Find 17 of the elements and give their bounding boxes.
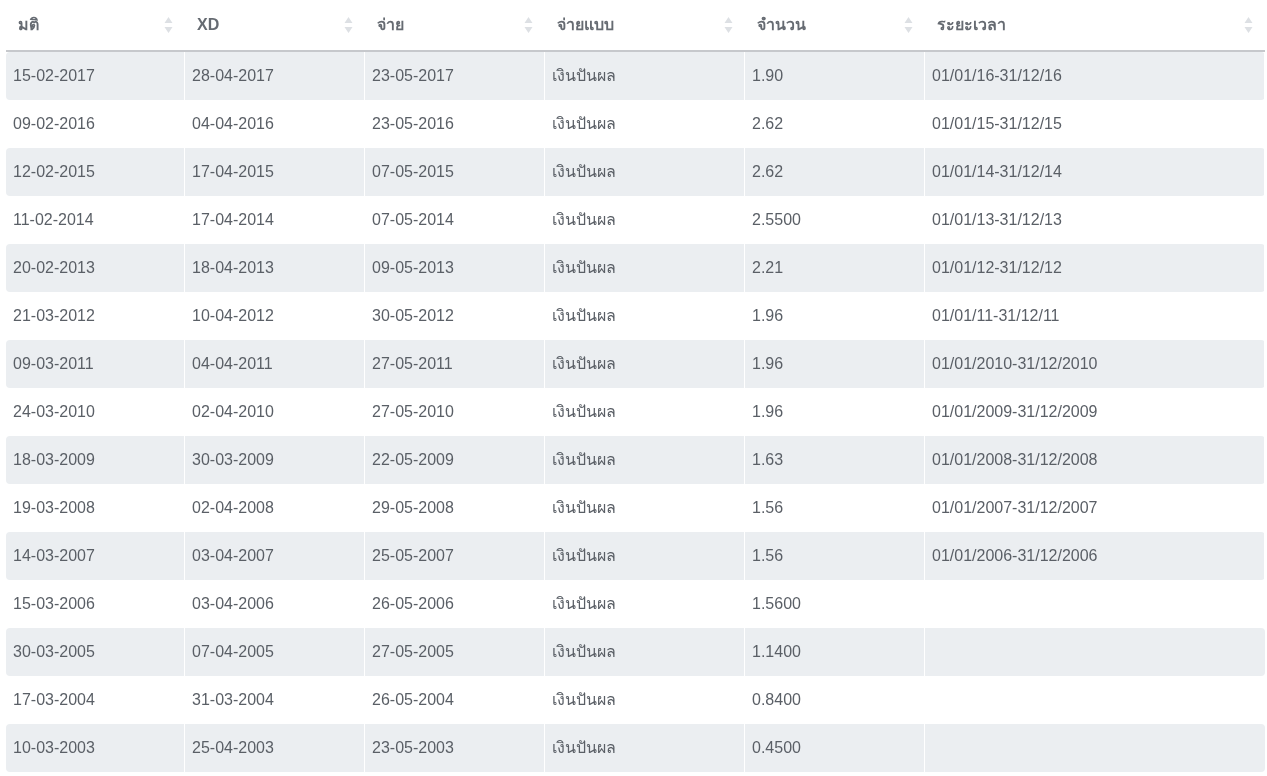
table-cell: เงินปันผล [545,724,745,772]
column-header[interactable]: จ่าย [365,0,545,50]
column-header[interactable]: ระยะเวลา [925,0,1265,50]
table-cell: 10-03-2003 [6,724,185,772]
column-header[interactable]: มติ [6,0,185,50]
column-header[interactable]: จ่ายแบบ [545,0,745,50]
sort-icon [724,16,733,34]
sort-icon [1244,16,1253,34]
table-cell: 0.4500 [745,724,925,772]
table-cell: 25-04-2003 [185,724,365,772]
table-cell: 23-05-2003 [365,724,545,772]
column-header[interactable]: XD [185,0,365,50]
column-header[interactable]: จำนวน [745,0,925,50]
sort-icon [344,16,353,34]
sort-icon [164,16,173,34]
sort-icon [904,16,913,34]
sort-icon [524,16,533,34]
